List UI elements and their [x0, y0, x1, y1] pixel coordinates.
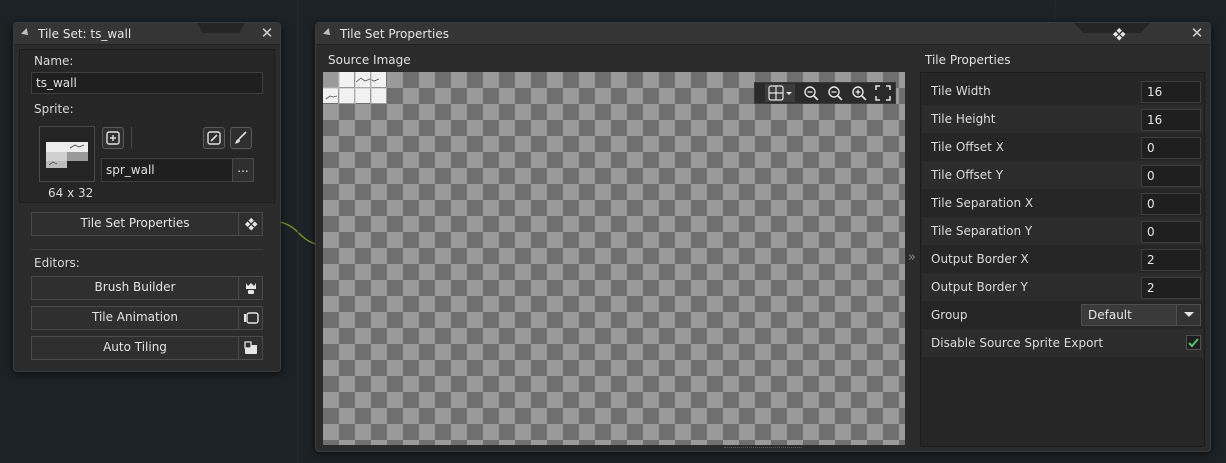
diamond-tiles-icon	[244, 217, 257, 231]
source-image-canvas[interactable]	[323, 72, 905, 445]
icon-separator	[131, 127, 132, 149]
canvas-toolbar	[754, 82, 896, 104]
tileset-window: Tile Set: ts_wall ✕ Name: ts_wall Sprite…	[13, 22, 281, 372]
window-title: Tile Set: ts_wall	[38, 27, 132, 41]
group-label: Group	[931, 308, 968, 322]
sprite-field[interactable]: spr_wall	[101, 158, 233, 182]
editors-label: Editors:	[34, 256, 80, 270]
tile-offset-y-field[interactable]: 0	[1141, 165, 1201, 187]
property-label: Tile Offset X	[931, 140, 1004, 154]
grid-toggle-button[interactable]	[765, 84, 795, 102]
tile-properties-panel: Tile Width 16 Tile Height 16 Tile Offset…	[920, 72, 1205, 447]
name-field[interactable]: ts_wall	[31, 72, 263, 94]
property-label: Tile Offset Y	[931, 168, 1004, 182]
property-row-tile-separation-x: Tile Separation X 0	[922, 189, 1203, 217]
paint-sprite-button[interactable]	[230, 127, 252, 149]
name-label: Name:	[34, 54, 74, 68]
zoom-reset-button[interactable]	[801, 84, 821, 102]
properties-window-titlebar[interactable]: Tile Set Properties ✕	[316, 23, 1210, 45]
fullscreen-icon	[875, 85, 891, 101]
property-label: Tile Separation X	[931, 196, 1034, 210]
property-row-tile-width: Tile Width 16	[922, 77, 1203, 105]
sprite-preview-image	[46, 142, 88, 168]
chevron-down-icon[interactable]	[1176, 305, 1200, 325]
property-row-disable-export: Disable Source Sprite Export	[922, 329, 1203, 357]
window-title: Tile Set Properties	[340, 27, 449, 41]
property-label: Output Border X	[931, 252, 1029, 266]
property-label: Tile Separation Y	[931, 224, 1033, 238]
property-label: Tile Width	[931, 84, 991, 98]
sprite-label: Sprite:	[34, 102, 74, 116]
editors-divider	[31, 249, 263, 250]
output-border-y-field[interactable]: 2	[1141, 277, 1201, 299]
source-image-label: Source Image	[328, 53, 411, 67]
property-row-group: Group Default	[922, 301, 1203, 329]
close-icon[interactable]: ✕	[1190, 26, 1204, 41]
property-row-tile-offset-x: Tile Offset X 0	[922, 133, 1203, 161]
checkmark-icon	[1188, 337, 1199, 347]
disable-export-checkbox[interactable]	[1186, 335, 1201, 350]
collapse-icon[interactable]	[21, 28, 31, 38]
new-sprite-icon	[106, 131, 120, 145]
property-row-tile-height: Tile Height 16	[922, 105, 1203, 133]
resize-grip[interactable]	[724, 447, 802, 451]
fit-view-button[interactable]	[873, 84, 893, 102]
property-row-tile-offset-y: Tile Offset Y 0	[922, 161, 1203, 189]
property-row-output-border-x: Output Border X 2	[922, 245, 1203, 273]
property-row-tile-separation-y: Tile Separation Y 0	[922, 217, 1203, 245]
brush-icon	[235, 131, 247, 144]
tile-height-field[interactable]: 16	[1141, 109, 1201, 131]
new-sprite-button[interactable]	[102, 127, 124, 149]
tile-properties-label: Tile Properties	[925, 53, 1011, 67]
zoom-in-icon	[852, 86, 867, 101]
property-row-output-border-y: Output Border Y 2	[922, 273, 1203, 301]
auto-tiling-icon	[243, 341, 257, 354]
tile-animation-icon	[243, 312, 259, 324]
tile-separation-x-field[interactable]: 0	[1141, 193, 1201, 215]
auto-tiling-button[interactable]: Auto Tiling	[31, 336, 239, 360]
tile-set-properties-icon-button[interactable]	[238, 212, 263, 236]
tileset-window-titlebar[interactable]: Tile Set: ts_wall ✕	[14, 23, 280, 45]
auto-tiling-icon-button[interactable]	[238, 336, 263, 360]
sprite-size: 64 x 32	[48, 186, 94, 200]
tile-animation-icon-button[interactable]	[238, 306, 263, 330]
edit-sprite-button[interactable]	[203, 127, 225, 149]
tile-set-properties-button[interactable]: Tile Set Properties	[31, 212, 239, 236]
group-selected-value: Default	[1088, 308, 1132, 322]
property-label: Tile Height	[931, 112, 996, 126]
zoom-in-button[interactable]	[849, 84, 869, 102]
output-border-x-field[interactable]: 2	[1141, 249, 1201, 271]
tile-separation-y-field[interactable]: 0	[1141, 221, 1201, 243]
source-sprite-image	[323, 72, 387, 104]
brush-builder-icon	[245, 283, 256, 294]
zoom-out-minus-icon	[804, 86, 819, 101]
disable-export-label: Disable Source Sprite Export	[931, 336, 1104, 350]
sprite-thumbnail[interactable]	[39, 126, 95, 182]
browse-sprite-button[interactable]: ...	[232, 158, 254, 182]
zoom-out-icon	[828, 86, 843, 101]
collapse-icon[interactable]	[323, 28, 333, 38]
titlebar-notch	[197, 23, 245, 33]
tileset-properties-icon	[1112, 27, 1126, 44]
edit-image-icon	[207, 131, 221, 145]
brush-builder-button[interactable]: Brush Builder	[31, 276, 239, 300]
group-dropdown[interactable]: Default	[1081, 304, 1201, 326]
zoom-out-button[interactable]	[825, 84, 845, 102]
close-icon[interactable]: ✕	[260, 26, 274, 41]
tile-width-field[interactable]: 16	[1141, 81, 1201, 103]
grid-icon	[768, 85, 792, 101]
property-label: Output Border Y	[931, 280, 1028, 294]
expand-panel-icon[interactable]: »	[908, 250, 916, 265]
tile-animation-button[interactable]: Tile Animation	[31, 306, 239, 330]
brush-builder-icon-button[interactable]	[238, 276, 263, 300]
tile-offset-x-field[interactable]: 0	[1141, 137, 1201, 159]
